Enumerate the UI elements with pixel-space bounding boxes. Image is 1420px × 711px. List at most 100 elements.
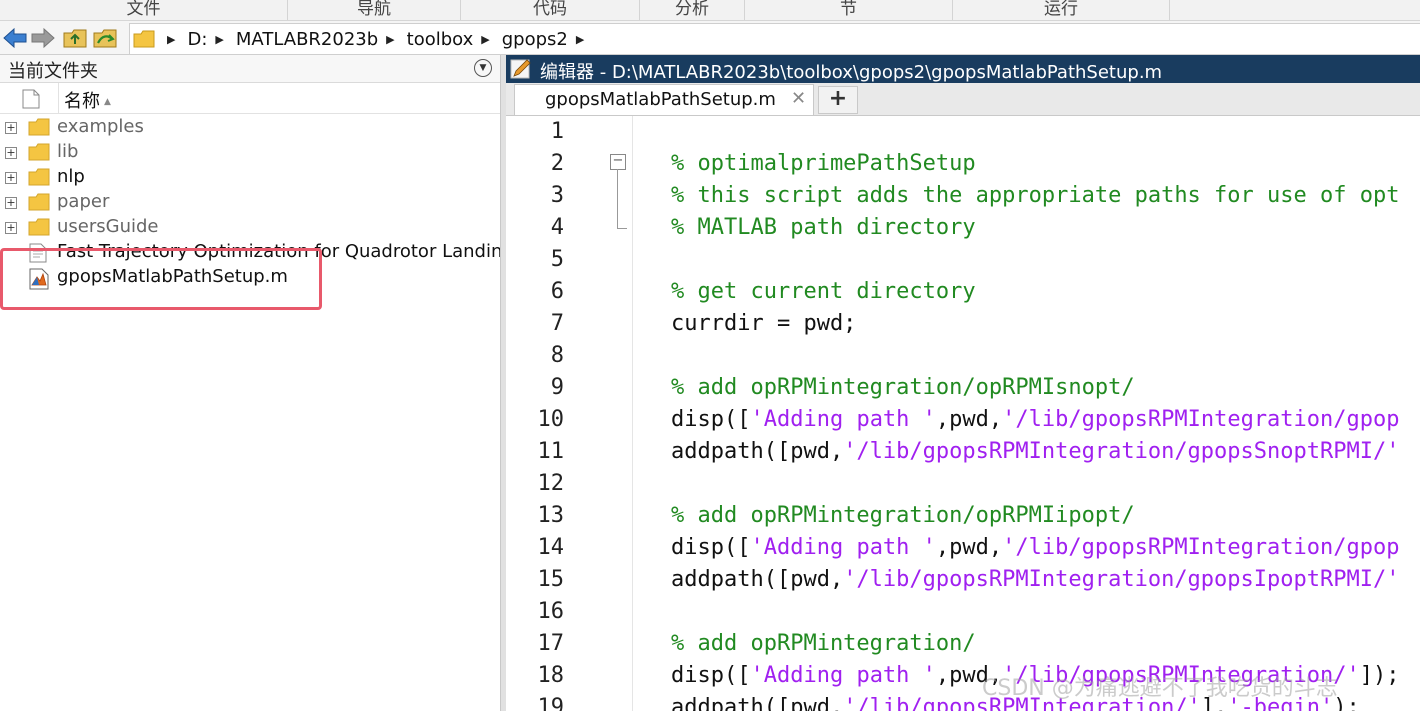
breadcrumb-item-matlab[interactable]: MATLABR2023b [236,29,378,50]
line-number[interactable]: 16 [506,596,565,628]
chevron-right-icon[interactable]: ▶ [576,33,584,46]
line-number[interactable]: 15 [506,564,565,596]
list-item[interactable]: + usersGuide [0,215,500,240]
code-line[interactable]: 9 % add opRPMintegration/opRPMIsnopt/ [506,372,1420,404]
panel-menu-icon[interactable]: ▼ [474,59,492,77]
code-token: addpath([pwd, [671,567,844,592]
line-number[interactable]: 4 [506,212,564,244]
new-tab-button[interactable]: + [818,86,858,114]
code-line[interactable]: 7 currdir = pwd; [506,308,1420,340]
line-number[interactable]: 9 [506,372,564,404]
line-number[interactable]: 5 [506,244,564,276]
expand-icon[interactable]: + [5,172,17,184]
folder-icon [28,193,50,211]
toolstrip-section-labels: 文件 导航 代码 分析 节 运行 [0,0,1420,21]
breadcrumb-item-drive[interactable]: D: [187,29,207,50]
code-text: % get current directory [671,276,976,308]
code-string: '/lib/gpopsRPMIntegration/gpopsSnoptRPMI… [843,439,1400,464]
code-string: '/lib/gpopsRPMIntegration/gpopsIpoptRPMI… [843,567,1400,592]
code-line[interactable]: 8 [506,340,1420,372]
forward-arrow-icon[interactable] [30,25,56,51]
code-line[interactable]: 17 % add opRPMintegration/ [506,628,1420,660]
expand-icon[interactable]: + [5,197,17,209]
code-line[interactable]: 12 [506,468,1420,500]
code-text: % MATLAB path directory [671,212,976,244]
folder-name: usersGuide [57,216,159,237]
breadcrumb-item-gpops2[interactable]: gpops2 [502,29,568,50]
column-name-header[interactable]: 名称 ▲ [64,87,111,113]
highlight-annotation-box [0,248,322,310]
expand-icon[interactable]: + [5,222,17,234]
editor-title: 编辑器 - D:\MATLABR2023b\toolbox\gpops2\gpo… [540,62,1163,83]
line-number[interactable]: 3 [506,180,564,212]
code-line[interactable]: 11 addpath([pwd,'/lib/gpopsRPMIntegration… [506,436,1420,468]
code-line[interactable]: 4 % MATLAB path directory [506,212,1420,244]
code-line[interactable]: 1 [506,116,1420,148]
code-string: 'Adding path ' [750,663,936,688]
line-number[interactable]: 10 [506,404,565,436]
column-divider[interactable] [58,83,59,113]
line-number[interactable]: 2 [506,148,564,180]
chevron-right-icon[interactable]: ▶ [481,33,489,46]
file-type-column-icon[interactable] [22,89,40,109]
section-code[interactable]: 代码 [461,0,640,20]
close-icon[interactable]: ✕ [791,88,806,109]
code-token: disp([ [671,663,751,688]
line-number[interactable]: 1 [506,116,564,148]
code-line[interactable]: 10 disp(['Adding path ',pwd,'/lib/gpopsRP… [506,404,1420,436]
line-number[interactable]: 13 [506,500,565,532]
expand-icon[interactable]: + [5,147,17,159]
line-number[interactable]: 12 [506,468,565,500]
chevron-right-icon[interactable]: ▶ [215,33,223,46]
code-line[interactable]: 16 [506,596,1420,628]
line-number[interactable]: 17 [506,628,565,660]
section-run[interactable]: 运行 [953,0,1170,20]
code-token: currdir = pwd; [671,311,857,336]
code-line[interactable]: 14 disp(['Adding path ',pwd,'/lib/gpopsRP… [506,532,1420,564]
line-number[interactable]: 18 [506,660,565,692]
editor-icon [510,59,531,79]
code-text: % add opRPMintegration/ [671,628,976,660]
line-number[interactable]: 11 [506,436,565,468]
code-line[interactable]: 13 % add opRPMintegration/opRPMIipopt/ [506,500,1420,532]
line-number[interactable]: 6 [506,276,564,308]
line-number[interactable]: 8 [506,340,564,372]
code-line[interactable]: 3 % this script adds the appropriate path… [506,180,1420,212]
list-item[interactable]: + nlp [0,165,500,190]
list-item[interactable]: + examples [0,115,500,140]
line-number[interactable]: 7 [506,308,564,340]
breadcrumb-item-toolbox[interactable]: toolbox [407,29,474,50]
current-folder-panel: 当前文件夹 ▼ 名称 ▲ + examples + lib + nlp + pa… [0,55,520,711]
folder-name: paper [57,191,110,212]
tab-gpopsMatlabPathSetup[interactable]: gpopsMatlabPathSetup.m ✕ [514,84,814,115]
section-section[interactable]: 节 [745,0,953,20]
breadcrumb[interactable]: ▶ D: ▶ MATLABR2023b ▶ toolbox ▶ gpops2 ▶ [129,23,1420,55]
code-text: % add opRPMintegration/opRPMIipopt/ [671,500,1135,532]
section-file[interactable]: 文件 [0,0,288,20]
back-arrow-icon[interactable] [2,25,28,51]
folder-icon [28,168,50,186]
code-editor[interactable]: − 1 2% optimalprimePathSetup 3% this scrip… [506,116,1420,711]
expand-icon[interactable]: + [5,122,17,134]
up-folder-icon[interactable] [62,25,88,51]
line-number[interactable]: 14 [506,532,565,564]
browse-folder-icon[interactable] [92,25,118,51]
code-line[interactable]: 6 % get current directory [506,276,1420,308]
code-line[interactable]: 5 [506,244,1420,276]
line-number[interactable]: 19 [506,692,565,711]
code-line[interactable]: 2 % optimalprimePathSetup [506,148,1420,180]
section-navigate[interactable]: 导航 [288,0,461,20]
chevron-right-icon[interactable]: ▶ [386,33,394,46]
code-text: addpath([pwd,'/lib/gpopsRPMIntegration/g… [671,564,1399,596]
chevron-right-icon[interactable]: ▶ [167,33,175,46]
code-line[interactable]: 15 addpath([pwd,'/lib/gpopsRPMIntegration… [506,564,1420,596]
folder-icon [133,30,155,48]
folder-name: lib [57,141,79,162]
address-bar: ▶ D: ▶ MATLABR2023b ▶ toolbox ▶ gpops2 ▶ [0,21,1420,55]
list-item[interactable]: + lib [0,140,500,165]
sort-ascending-icon: ▲ [104,97,111,107]
section-analyze[interactable]: 分析 [640,0,745,20]
list-item[interactable]: + paper [0,190,500,215]
code-string: 'Adding path ' [750,535,936,560]
folder-icon [28,143,50,161]
